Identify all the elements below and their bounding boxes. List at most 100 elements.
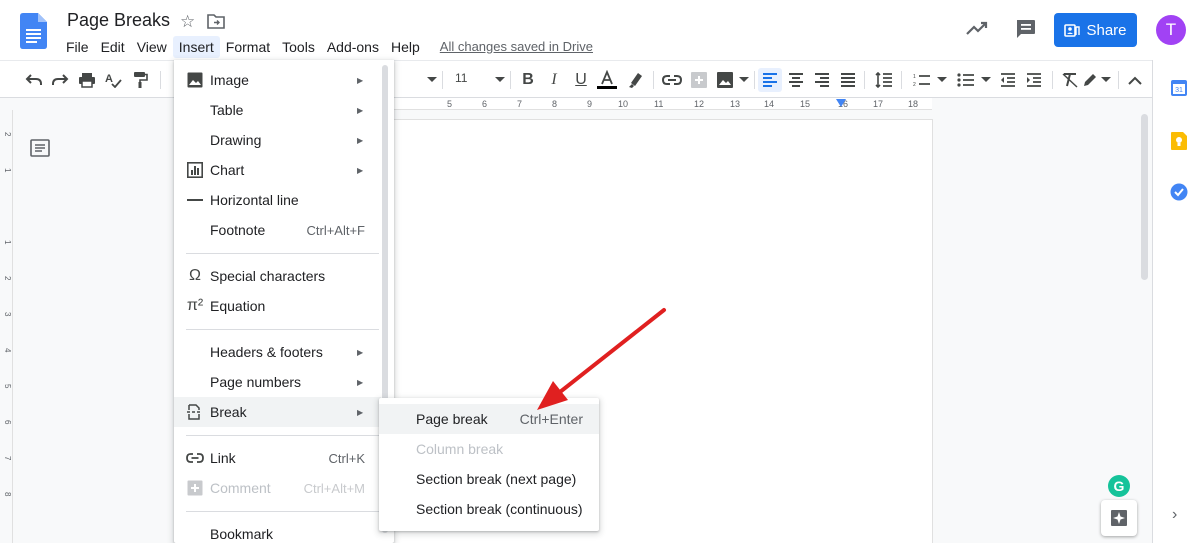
numbered-list-icon[interactable]: 12 bbox=[912, 70, 932, 90]
insert-link-icon[interactable] bbox=[662, 70, 682, 90]
grammarly-icon[interactable]: G bbox=[1108, 475, 1130, 497]
docs-logo-icon[interactable] bbox=[20, 13, 47, 49]
font-size-dropdown-arrow-icon[interactable] bbox=[490, 70, 510, 90]
image-icon bbox=[186, 71, 204, 89]
tasks-icon[interactable] bbox=[1170, 183, 1188, 201]
insert-image-toolbar-icon[interactable] bbox=[715, 70, 735, 90]
move-to-folder-icon[interactable] bbox=[207, 13, 225, 29]
menu-item-drawing[interactable]: Drawing ▶ bbox=[174, 125, 381, 155]
toolbar-divider bbox=[510, 71, 511, 89]
toolbar-divider bbox=[1052, 71, 1053, 89]
menu-divider bbox=[186, 511, 379, 512]
ruler-number: 3 bbox=[3, 312, 12, 317]
font-dropdown-arrow-icon[interactable] bbox=[422, 70, 442, 90]
image-dropdown-arrow-icon[interactable] bbox=[734, 70, 754, 90]
decrease-indent-icon[interactable] bbox=[998, 70, 1018, 90]
bulleted-list-dropdown-icon[interactable] bbox=[976, 70, 996, 90]
menu-item-section-break-next-page[interactable]: Section break (next page) bbox=[379, 464, 599, 494]
underline-icon[interactable]: U bbox=[571, 70, 591, 90]
save-status-link[interactable]: All changes saved in Drive bbox=[426, 36, 601, 58]
collapse-toolbar-icon[interactable] bbox=[1125, 70, 1145, 90]
editing-mode-dropdown-icon[interactable] bbox=[1096, 70, 1116, 90]
right-indent-marker[interactable] bbox=[836, 99, 846, 107]
spellcheck-icon[interactable]: A bbox=[103, 70, 123, 90]
ruler-number: 8 bbox=[3, 492, 12, 497]
print-icon[interactable] bbox=[77, 70, 97, 90]
menu-item-image[interactable]: Image ▶ bbox=[174, 65, 381, 95]
highlight-color-icon[interactable] bbox=[626, 70, 646, 90]
submenu-arrow-icon: ▶ bbox=[357, 165, 364, 175]
font-size-field[interactable]: 11 bbox=[455, 71, 467, 85]
document-outline-icon[interactable] bbox=[30, 139, 50, 157]
ruler-number: 6 bbox=[3, 420, 12, 425]
avatar[interactable]: T bbox=[1156, 15, 1186, 45]
clear-formatting-icon[interactable] bbox=[1060, 70, 1080, 90]
share-label: Share bbox=[1086, 21, 1127, 39]
redo-icon[interactable] bbox=[50, 70, 70, 90]
document-scrollbar[interactable] bbox=[1141, 114, 1148, 280]
menu-item-page-numbers[interactable]: Page numbers ▶ bbox=[174, 367, 381, 397]
explore-button[interactable] bbox=[1101, 500, 1137, 536]
ruler-number: 7 bbox=[3, 456, 12, 461]
menu-item-footnote[interactable]: Footnote Ctrl+Alt+F bbox=[174, 215, 381, 245]
paint-format-icon[interactable] bbox=[130, 70, 150, 90]
document-title[interactable]: Page Breaks bbox=[67, 10, 170, 31]
menu-item-comment[interactable]: Comment Ctrl+Alt+M bbox=[174, 473, 381, 503]
submenu-arrow-icon: ▶ bbox=[357, 377, 364, 387]
menu-item-horizontal-line[interactable]: Horizontal line bbox=[174, 185, 381, 215]
justify-icon[interactable] bbox=[838, 70, 858, 90]
menu-format[interactable]: Format bbox=[220, 36, 276, 58]
keep-icon[interactable] bbox=[1170, 131, 1188, 151]
menu-item-section-break-continuous[interactable]: Section break (continuous) bbox=[379, 494, 599, 524]
menu-tools[interactable]: Tools bbox=[276, 36, 321, 58]
align-left-icon[interactable] bbox=[758, 68, 782, 92]
toolbar-divider bbox=[1118, 71, 1119, 89]
menu-help[interactable]: Help bbox=[385, 36, 426, 58]
menu-item-page-break[interactable]: Page break Ctrl+Enter bbox=[379, 404, 599, 434]
ruler-number: 14 bbox=[764, 99, 775, 109]
menu-item-bookmark[interactable]: Bookmark bbox=[174, 519, 381, 543]
menu-view[interactable]: View bbox=[131, 36, 173, 58]
ruler-number: 5 bbox=[447, 99, 453, 109]
pi-icon: π² bbox=[186, 297, 204, 314]
menu-divider bbox=[186, 329, 379, 330]
italic-icon[interactable]: I bbox=[544, 70, 564, 90]
comments-icon[interactable] bbox=[1015, 19, 1036, 39]
menu-insert[interactable]: Insert bbox=[172, 36, 220, 58]
star-icon[interactable]: ☆ bbox=[180, 12, 195, 32]
calendar-icon[interactable]: 31 bbox=[1170, 79, 1188, 97]
menu-item-chart[interactable]: Chart ▶ bbox=[174, 155, 381, 185]
menu-item-column-break[interactable]: Column break bbox=[379, 434, 599, 464]
shortcut-text: Ctrl+Enter bbox=[519, 411, 583, 427]
menu-addons[interactable]: Add-ons bbox=[321, 36, 385, 58]
toolbar-divider bbox=[864, 71, 865, 89]
menu-item-table[interactable]: Table ▶ bbox=[174, 95, 381, 125]
bold-icon[interactable]: B bbox=[518, 70, 538, 90]
menu-item-headers-footers[interactable]: Headers & footers ▶ bbox=[174, 337, 381, 367]
ruler-number: 1 bbox=[3, 240, 12, 245]
add-comment-icon bbox=[186, 479, 204, 497]
bulleted-list-icon[interactable] bbox=[956, 70, 976, 90]
ruler-number: 5 bbox=[3, 384, 12, 389]
add-comment-toolbar-icon[interactable] bbox=[689, 70, 709, 90]
menu-item-equation[interactable]: π² Equation bbox=[174, 291, 381, 321]
align-right-icon[interactable] bbox=[812, 70, 832, 90]
break-submenu: Page break Ctrl+Enter Column break Secti… bbox=[379, 398, 599, 531]
undo-icon[interactable] bbox=[24, 70, 44, 90]
align-center-icon[interactable] bbox=[786, 70, 806, 90]
menu-item-break[interactable]: Break ▶ bbox=[174, 397, 381, 427]
expand-side-panel-icon[interactable]: › bbox=[1172, 506, 1177, 524]
menu-item-special-characters[interactable]: Ω Special characters bbox=[174, 261, 381, 291]
break-icon bbox=[186, 403, 204, 421]
menu-file[interactable]: File bbox=[60, 36, 95, 58]
activity-dashboard-icon[interactable] bbox=[966, 20, 988, 36]
line-spacing-icon[interactable] bbox=[874, 70, 894, 90]
menu-edit[interactable]: Edit bbox=[95, 36, 131, 58]
ruler-page-area: 5 6 7 8 9 10 11 12 13 14 15 16 17 18 bbox=[392, 98, 932, 110]
vertical-ruler: 2 1 1 2 3 4 5 6 7 8 bbox=[0, 110, 13, 543]
share-button[interactable]: Share bbox=[1054, 13, 1137, 47]
menu-item-link[interactable]: Link Ctrl+K bbox=[174, 443, 381, 473]
text-color-icon[interactable] bbox=[597, 70, 617, 90]
increase-indent-icon[interactable] bbox=[1024, 70, 1044, 90]
numbered-list-dropdown-icon[interactable] bbox=[932, 70, 952, 90]
